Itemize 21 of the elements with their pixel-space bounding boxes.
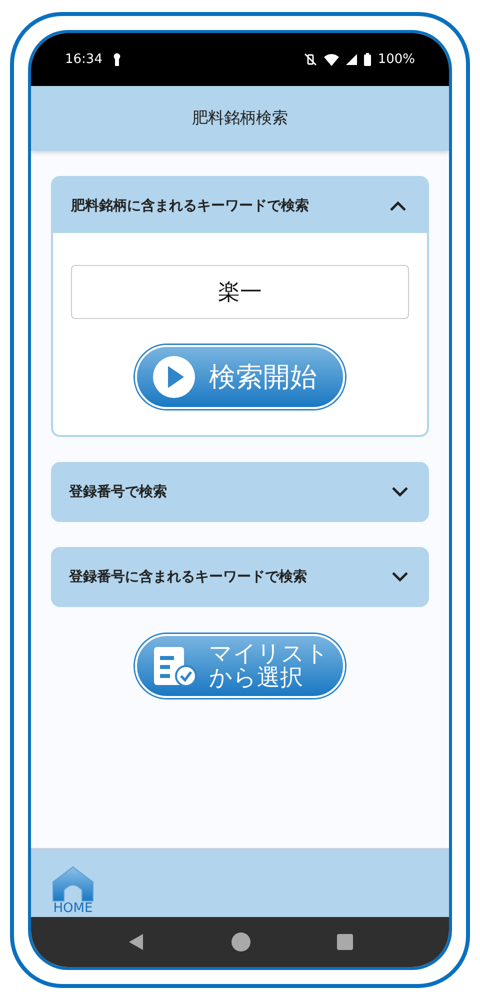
chevron-down-icon xyxy=(391,486,409,498)
battery-percent: 100% xyxy=(378,52,415,67)
vibrate-off-icon xyxy=(304,53,317,66)
status-time: 16:34 xyxy=(65,52,102,67)
play-icon xyxy=(151,354,197,400)
signal-icon xyxy=(346,54,357,65)
home-circle-icon[interactable] xyxy=(231,932,251,952)
wifi-icon xyxy=(324,54,339,66)
keyword-field[interactable]: 楽一 xyxy=(71,265,409,319)
house-icon xyxy=(51,866,95,902)
chevron-down-icon xyxy=(391,571,409,583)
keyhole-icon xyxy=(113,53,122,66)
chevron-up-icon xyxy=(389,200,407,212)
accordion-title: 登録番号で検索 xyxy=(69,483,167,501)
accordion-title: 肥料銘柄に含まれるキーワードで検索 xyxy=(71,196,309,214)
accordion-title: 登録番号に含まれるキーワードで検索 xyxy=(69,568,307,586)
accordion-header[interactable]: 肥料銘柄に含まれるキーワードで検索 xyxy=(53,178,427,233)
back-icon[interactable] xyxy=(127,933,145,951)
mylist-button[interactable]: マイリスト から選択 xyxy=(135,634,345,698)
page-title: 肥料銘柄検索 xyxy=(192,108,288,129)
battery-icon xyxy=(364,53,371,66)
